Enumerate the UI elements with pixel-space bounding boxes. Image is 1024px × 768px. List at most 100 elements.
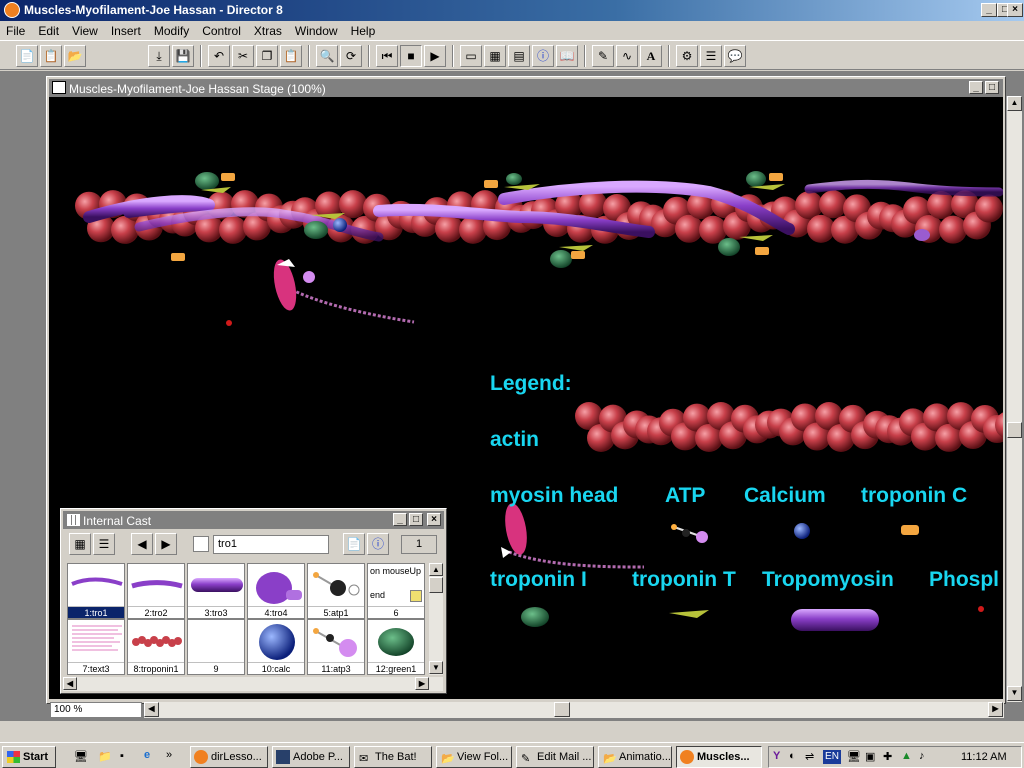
command-prompt-icon[interactable]: ▪ <box>120 750 124 762</box>
cast-member-name-field[interactable]: tro1 <box>213 535 329 554</box>
library-icon[interactable]: 📖 <box>556 45 578 67</box>
tray-network-icon[interactable]: ⇌ <box>805 750 814 763</box>
script-window-icon[interactable]: ☰ <box>700 45 722 67</box>
scroll-right-arrow[interactable]: ▶ <box>988 702 1003 717</box>
task-dirlesson[interactable]: dirLesso... <box>190 746 268 768</box>
stage-title-bar[interactable]: Muscles-Myofilament-Joe Hassan Stage (10… <box>49 79 1003 97</box>
stage-vertical-scrollbar[interactable]: ▲ ▼ <box>1006 96 1022 702</box>
cast-scroll-left-arrow[interactable]: ◀ <box>63 677 77 690</box>
tray-language-indicator[interactable]: EN <box>823 750 841 764</box>
cast-vertical-scrollbar[interactable]: ▲ ▼ <box>429 563 443 675</box>
menu-control[interactable]: Control <box>196 21 248 38</box>
tray-antivirus-icon[interactable]: ▲ <box>901 750 912 762</box>
cast-window-icon[interactable]: ▦ <box>484 45 506 67</box>
cast-title-bar[interactable]: Internal Cast _ □ × <box>63 511 444 529</box>
save-icon[interactable]: 💾 <box>172 45 194 67</box>
new-cast-icon[interactable]: 📋 <box>40 45 62 67</box>
zoom-select[interactable]: 100 % <box>50 702 142 718</box>
menu-xtras[interactable]: Xtras <box>248 21 289 38</box>
copy-icon[interactable]: ❐ <box>256 45 278 67</box>
close-button[interactable]: × <box>1007 3 1023 17</box>
task-view-folder[interactable]: 📂 View Fol... <box>436 746 512 768</box>
stop-icon[interactable]: ■ <box>400 45 422 67</box>
cast-member-tro3[interactable]: 3:tro3 <box>187 563 245 619</box>
menu-help[interactable]: Help <box>345 21 383 38</box>
tray-volume-icon[interactable]: ♪ <box>919 750 925 762</box>
cast-member-atp3[interactable]: 11:atp3 <box>307 619 365 675</box>
stage-maximize-button[interactable]: □ <box>985 81 999 94</box>
score-window-icon[interactable]: ▤ <box>508 45 530 67</box>
cast-maximize-button[interactable]: □ <box>409 513 423 526</box>
cast-member-troponin1[interactable]: 8:troponin1 <box>127 619 185 675</box>
tray-messenger-icon[interactable]: ◐ <box>789 750 796 762</box>
open-icon[interactable]: 📂 <box>64 45 86 67</box>
stage-minimize-button[interactable]: _ <box>969 81 983 94</box>
task-the-bat[interactable]: ✉ The Bat! <box>354 746 432 768</box>
cast-member-tro2[interactable]: 2:tro2 <box>127 563 185 619</box>
exchange-cast-icon[interactable]: ⟳ <box>340 45 362 67</box>
task-adobe-photoshop[interactable]: Adobe P... <box>272 746 350 768</box>
tray-monitor-icon[interactable]: 🖥 <box>847 750 861 763</box>
scroll-down-arrow[interactable]: ▼ <box>1007 686 1022 701</box>
menu-window[interactable]: Window <box>289 21 345 38</box>
cast-minimize-button[interactable]: _ <box>393 513 407 526</box>
cast-member-script-6[interactable]: on mouseUp end 6 <box>367 563 425 619</box>
scroll-up-arrow[interactable]: ▲ <box>1007 96 1022 111</box>
property-inspector-icon[interactable]: ⓘ <box>532 45 554 67</box>
tray-yahoo-icon[interactable]: Y <box>773 750 780 762</box>
cast-member-info-icon[interactable]: ⓘ <box>367 533 389 555</box>
menu-file[interactable]: File <box>0 21 32 38</box>
paste-icon[interactable]: 📋 <box>280 45 302 67</box>
message-window-icon[interactable]: 💬 <box>724 45 746 67</box>
minimize-button[interactable]: _ <box>981 3 997 17</box>
vector-shape-icon[interactable]: ∿ <box>616 45 638 67</box>
cast-member-atp1[interactable]: 5:atp1 <box>307 563 365 619</box>
behavior-inspector-icon[interactable]: ⚙ <box>676 45 698 67</box>
find-cast-icon[interactable]: 🔍 <box>316 45 338 67</box>
play-icon[interactable]: ▶ <box>424 45 446 67</box>
scroll-left-arrow[interactable]: ◀ <box>144 702 159 717</box>
menu-modify[interactable]: Modify <box>148 21 196 38</box>
menu-view[interactable]: View <box>66 21 105 38</box>
task-muscles[interactable]: Muscles... <box>676 746 762 768</box>
undo-icon[interactable]: ↶ <box>208 45 230 67</box>
explorer-icon[interactable]: 📁 <box>98 750 112 763</box>
myosin-head-sprite[interactable] <box>226 257 415 326</box>
cast-member-tro1[interactable]: 1:tro1 <box>67 563 125 619</box>
cast-scroll-down-arrow[interactable]: ▼ <box>429 661 443 674</box>
internet-explorer-icon[interactable]: e <box>144 749 150 761</box>
cast-member-9[interactable]: 9 <box>187 619 245 675</box>
show-desktop-icon[interactable]: 🖥 <box>74 750 88 763</box>
cast-member-tro4[interactable]: 4:tro4 <box>247 563 305 619</box>
cast-scroll-up-arrow[interactable]: ▲ <box>429 563 443 576</box>
cast-member-green1[interactable]: 12:green1 <box>367 619 425 675</box>
previous-member-icon[interactable]: ◀ <box>131 533 153 555</box>
menu-edit[interactable]: Edit <box>32 21 66 38</box>
task-animation[interactable]: 📂 Animatio... <box>598 746 672 768</box>
cast-scroll-right-arrow[interactable]: ▶ <box>415 677 429 690</box>
stage-window-icon[interactable]: ▭ <box>460 45 482 67</box>
cast-member-calc[interactable]: 10:calc <box>247 619 305 675</box>
h-scroll-thumb[interactable] <box>554 702 570 717</box>
rewind-icon[interactable]: ⏮ <box>376 45 398 67</box>
more-quick-launch-icon[interactable]: » <box>166 749 172 761</box>
next-member-icon[interactable]: ▶ <box>155 533 177 555</box>
cast-scroll-thumb[interactable] <box>429 577 443 593</box>
stage-horizontal-scrollbar[interactable]: ◀ ▶ <box>144 702 1004 718</box>
import-icon[interactable]: ⤓ <box>148 45 170 67</box>
cast-member-script-icon[interactable]: 📄 <box>343 533 365 555</box>
text-window-icon[interactable]: A <box>640 45 662 67</box>
start-button[interactable]: Start <box>2 746 56 768</box>
task-edit-mail[interactable]: ✎ Edit Mail ... <box>516 746 594 768</box>
director-app-icon[interactable] <box>4 2 20 18</box>
cast-thumbnail-view-icon[interactable]: ▦ <box>69 533 91 555</box>
tray-display-icon[interactable]: ▣ <box>865 750 875 763</box>
new-movie-icon[interactable]: 📄 <box>16 45 38 67</box>
cast-close-button[interactable]: × <box>427 513 441 526</box>
paint-window-icon[interactable]: ✎ <box>592 45 614 67</box>
cut-icon[interactable]: ✂ <box>232 45 254 67</box>
cast-horizontal-scrollbar[interactable]: ◀ ▶ <box>63 677 443 691</box>
cast-member-text3[interactable]: 7:text3 <box>67 619 125 675</box>
cast-list-view-icon[interactable]: ☰ <box>93 533 115 555</box>
menu-insert[interactable]: Insert <box>105 21 148 38</box>
